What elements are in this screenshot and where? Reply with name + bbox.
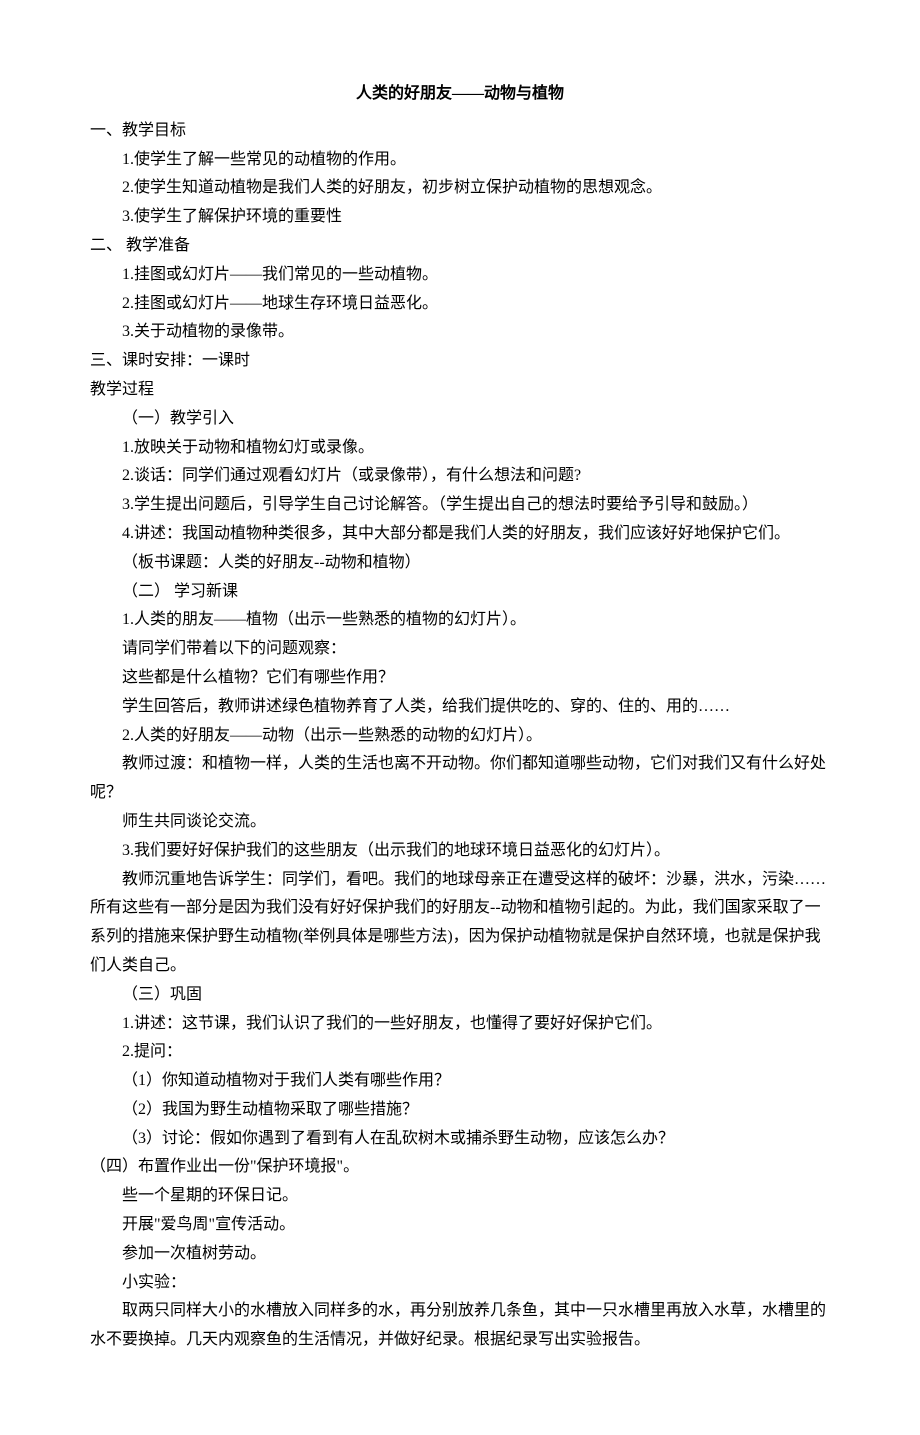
sub2-p9: 教师沉重地告诉学生：同学们，看吧。我们的地球母亲正在遭受这样的破坏：沙暴，洪水，…: [90, 866, 830, 981]
section-2-item-2: 2.挂图或幻灯片——地球生存环境日益恶化。: [90, 290, 830, 319]
sub3-p2: 2.提问：: [90, 1038, 830, 1067]
sub2-p5: 2.人类的好朋友——动物（出示一些熟悉的动物的幻灯片）。: [90, 722, 830, 751]
sub1-item-2: 2.谈话：同学们通过观看幻灯片（或录像带），有什么想法和问题?: [90, 462, 830, 491]
sub1-item-4: 4.讲述：我国动植物种类很多，其中大部分都是我们人类的好朋友，我们应该好好地保护…: [90, 520, 830, 549]
document-title: 人类的好朋友——动物与植物: [90, 80, 830, 109]
section-1-item-1: 1.使学生了解一些常见的动植物的作用。: [90, 146, 830, 175]
section-1-item-2: 2.使学生知道动植物是我们人类的好朋友，初步树立保护动植物的思想观念。: [90, 174, 830, 203]
section-3-heading: 三、课时安排：一课时: [90, 347, 830, 376]
sub3-q1: （1）你知道动植物对于我们人类有哪些作用？: [90, 1067, 830, 1096]
section-2-item-1: 1.挂图或幻灯片——我们常见的一些动植物。: [90, 261, 830, 290]
sub2-p6: 教师过渡：和植物一样，人类的生活也离不开动物。你们都知道哪些动物，它们对我们又有…: [90, 750, 830, 808]
sub4-p2: 开展"爱鸟周"宣传活动。: [90, 1211, 830, 1240]
section-2-heading: 二、 教学准备: [90, 232, 830, 261]
sub2-p4: 学生回答后，教师讲述绿色植物养育了人类，给我们提供吃的、穿的、住的、用的……: [90, 693, 830, 722]
sub4-p5: 取两只同样大小的水槽放入同样多的水，再分别放养几条鱼，其中一只水槽里再放入水草，…: [90, 1297, 830, 1355]
sub3-title: （三）巩固: [90, 981, 830, 1010]
sub2-p3: 这些都是什么植物？它们有哪些作用？: [90, 664, 830, 693]
sub2-p1: 1.人类的朋友——植物（出示一些熟悉的植物的幻灯片）。: [90, 606, 830, 635]
sub3-q3: （3）讨论：假如你遇到了看到有人在乱砍树木或捕杀野生动物，应该怎么办？: [90, 1125, 830, 1154]
sub4-p1: 些一个星期的环保日记。: [90, 1182, 830, 1211]
process-heading: 教学过程: [90, 376, 830, 405]
section-2-item-3: 3.关于动植物的录像带。: [90, 318, 830, 347]
sub4-title: （四）布置作业出一份"保护环境报"。: [90, 1153, 830, 1182]
sub3-p1: 1.讲述：这节课，我们认识了我们的一些好朋友，也懂得了要好好保护它们。: [90, 1010, 830, 1039]
sub1-title: （一）教学引入: [90, 405, 830, 434]
sub2-p2: 请同学们带着以下的问题观察：: [90, 635, 830, 664]
sub1-item-5: （板书课题：人类的好朋友--动物和植物）: [90, 549, 830, 578]
sub4-p4: 小实验：: [90, 1269, 830, 1298]
sub4-p3: 参加一次植树劳动。: [90, 1240, 830, 1269]
sub2-title: （二） 学习新课: [90, 578, 830, 607]
sub2-p7: 师生共同谈论交流。: [90, 808, 830, 837]
sub2-p8: 3.我们要好好保护我们的这些朋友（出示我们的地球环境日益恶化的幻灯片）。: [90, 837, 830, 866]
sub1-item-1: 1.放映关于动物和植物幻灯或录像。: [90, 434, 830, 463]
sub1-item-3: 3.学生提出问题后，引导学生自己讨论解答。（学生提出自己的想法时要给予引导和鼓励…: [90, 491, 830, 520]
section-1-item-3: 3.使学生了解保护环境的重要性: [90, 203, 830, 232]
sub3-q2: （2）我国为野生动植物采取了哪些措施？: [90, 1096, 830, 1125]
section-1-heading: 一、教学目标: [90, 117, 830, 146]
